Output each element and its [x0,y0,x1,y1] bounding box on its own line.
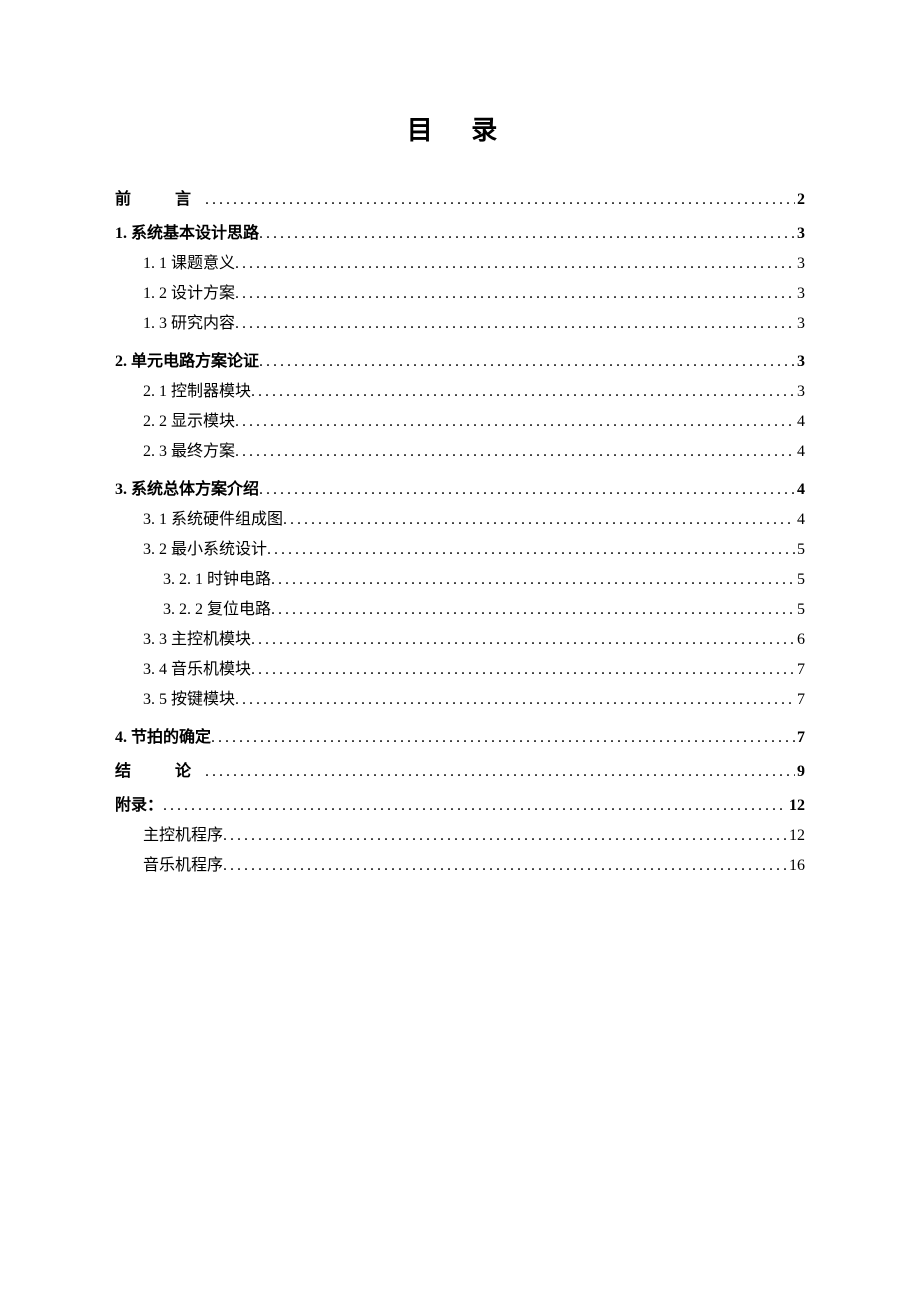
toc-entry-page: 6 [795,631,805,649]
toc-entry: 1. 1 课题意义 3 [115,249,805,273]
toc-leader-dots [267,541,795,559]
toc-entry-label: 1. 3 研究内容 [143,309,235,333]
toc-entry-label: 3. 2 最小系统设计 [143,535,267,559]
toc-entry-label: 3. 2. 2 复位电路 [163,595,271,619]
toc-entry: 3. 3 主控机模块 6 [115,625,805,649]
toc-entry: 音乐机程序 16 [115,851,805,875]
toc-entry-page: 4 [795,511,805,529]
toc-entry-label: 主控机程序 [143,821,223,845]
toc-entry-label: 2. 2 显示模块 [143,407,235,431]
toc-leader-dots [283,511,795,529]
toc-entry: 3. 1 系统硬件组成图 4 [115,505,805,529]
toc-leader-dots [211,729,795,747]
toc-leader-dots [223,827,787,845]
toc-entry-page: 7 [795,691,805,709]
toc-entry-page: 9 [795,763,805,781]
toc-leader-dots [235,285,795,303]
toc-leader-dots [259,225,795,243]
toc-entry-label: 3. 4 音乐机模块 [143,655,251,679]
toc-entry: 3. 系统总体方案介绍 4 [115,475,805,499]
toc-entry-page: 3 [795,315,805,333]
toc-leader-dots [271,601,795,619]
toc-entry: 4. 节拍的确定 7 [115,723,805,747]
toc-entry-page: 4 [795,413,805,431]
toc-leader-dots [205,763,795,781]
toc-entry-page: 4 [795,481,805,499]
toc-entry-label: 3. 系统总体方案介绍 [115,475,259,499]
toc-entry: 主控机程序 12 [115,821,805,845]
toc-entry-page: 12 [787,827,805,845]
toc-entry: 3. 2. 2 复位电路 5 [115,595,805,619]
toc-leader-dots [251,383,795,401]
toc-leader-dots [205,191,795,209]
toc-leader-dots [235,691,795,709]
toc-entry-page: 2 [795,191,805,209]
toc-entry-label: 3. 3 主控机模块 [143,625,251,649]
toc-entry-label: 1. 系统基本设计思路 [115,219,259,243]
toc-leader-dots [223,857,787,875]
toc-entry-label: 结 论 [115,757,205,781]
toc-entry-page: 3 [795,353,805,371]
toc-leader-dots [235,255,795,273]
toc-entry-page: 7 [795,729,805,747]
toc-entry-page: 7 [795,661,805,679]
toc-leader-dots [235,315,795,333]
toc-entry-label: 4. 节拍的确定 [115,723,211,747]
toc-entry: 1. 2 设计方案 3 [115,279,805,303]
toc-entry-page: 4 [795,443,805,461]
toc-entry: 附录： 12 [115,791,805,815]
toc-entry-label: 2. 1 控制器模块 [143,377,251,401]
toc-entry-page: 16 [787,857,805,875]
toc-entry-label: 附录： [115,791,163,815]
toc-entry-label: 2. 单元电路方案论证 [115,347,259,371]
toc-entry-label: 音乐机程序 [143,851,223,875]
toc-entry-label: 2. 3 最终方案 [143,437,235,461]
toc-entry: 1. 系统基本设计思路 3 [115,219,805,243]
toc-entry-page: 5 [795,571,805,589]
toc-entry-page: 3 [795,383,805,401]
toc-leader-dots [251,631,795,649]
toc-entry: 3. 2. 1 时钟电路 5 [115,565,805,589]
toc-leader-dots [251,661,795,679]
toc-entry-page: 3 [795,225,805,243]
toc-entry-label: 前 言 [115,185,205,209]
toc-entry-label: 3. 2. 1 时钟电路 [163,565,271,589]
toc-entry: 3. 4 音乐机模块 7 [115,655,805,679]
toc-leader-dots [271,571,795,589]
toc-entry-page: 3 [795,255,805,273]
toc-entry: 2. 2 显示模块 4 [115,407,805,431]
toc-entry: 1. 3 研究内容 3 [115,309,805,333]
toc-leader-dots [163,797,787,815]
toc-title: 目 录 [115,110,805,147]
toc-list: 前 言21. 系统基本设计思路31. 1 课题意义31. 2 设计方案31. 3… [115,185,805,875]
toc-entry-page: 5 [795,601,805,619]
toc-entry-label: 1. 1 课题意义 [143,249,235,273]
toc-leader-dots [235,413,795,431]
toc-entry: 2. 单元电路方案论证 3 [115,347,805,371]
toc-entry-page: 3 [795,285,805,303]
toc-leader-dots [259,353,795,371]
toc-entry: 结 论 9 [115,757,805,781]
toc-leader-dots [259,481,795,499]
toc-leader-dots [235,443,795,461]
toc-entry-label: 3. 1 系统硬件组成图 [143,505,283,529]
toc-entry-page: 5 [795,541,805,559]
toc-entry: 3. 5 按键模块 7 [115,685,805,709]
toc-entry-label: 3. 5 按键模块 [143,685,235,709]
toc-entry: 2. 1 控制器模块 3 [115,377,805,401]
toc-entry: 前 言 2 [115,185,805,209]
toc-entry: 3. 2 最小系统设计 5 [115,535,805,559]
toc-entry-label: 1. 2 设计方案 [143,279,235,303]
toc-entry: 2. 3 最终方案 4 [115,437,805,461]
toc-entry-page: 12 [787,797,805,815]
